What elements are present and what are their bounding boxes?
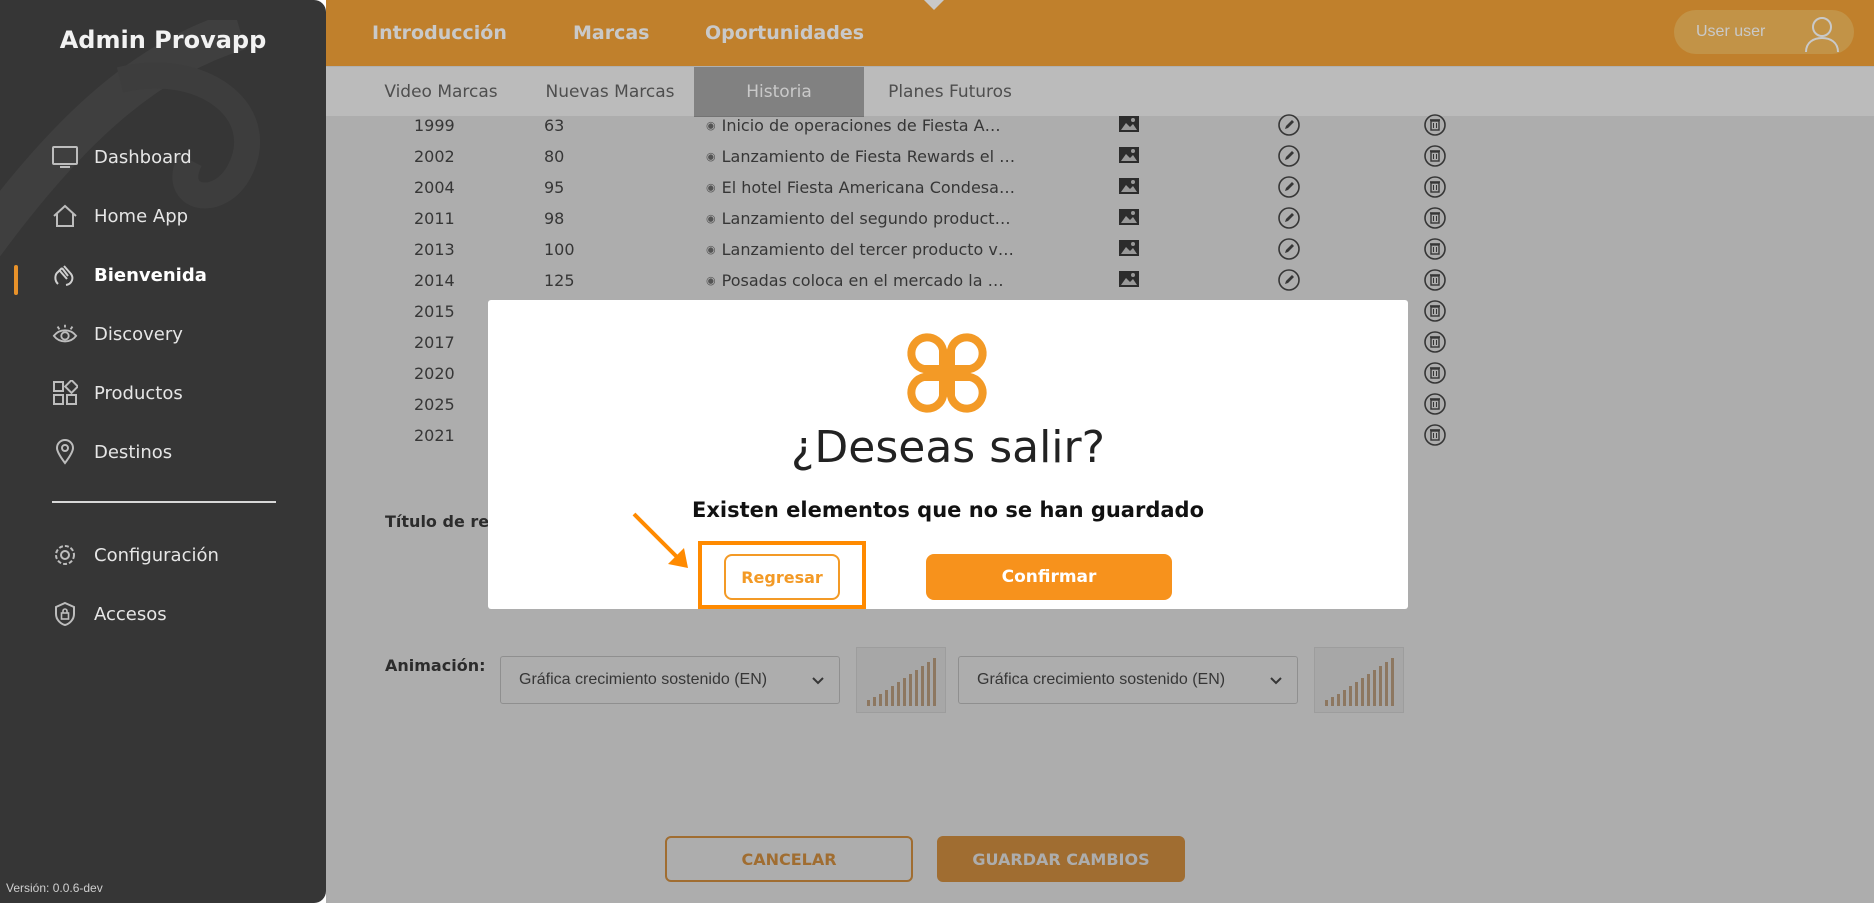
sidebar-item-productos[interactable]: Productos <box>52 376 183 410</box>
map-pin-icon <box>52 439 78 465</box>
user-name: User user <box>1696 23 1766 40</box>
tab-historia[interactable]: Historia <box>694 67 864 117</box>
sidebar: Admin Provapp Dashboard Home App Bienven… <box>0 0 326 903</box>
user-menu[interactable]: User user <box>1674 10 1854 54</box>
confirm-button[interactable]: Confirmar <box>926 554 1172 600</box>
sidebar-item-bienvenida[interactable]: Bienvenida <box>52 258 207 292</box>
sidebar-item-destinos[interactable]: Destinos <box>52 435 172 469</box>
topnav-item-marcas[interactable]: Marcas <box>573 0 650 66</box>
app-brand: Admin Provapp <box>59 26 267 54</box>
waving-hand-icon <box>52 262 78 288</box>
annotation-arrow-icon <box>632 512 688 568</box>
sidebar-item-discovery[interactable]: Discovery <box>52 317 183 351</box>
sidebar-item-dashboard[interactable]: Dashboard <box>52 140 192 174</box>
gear-icon <box>52 542 78 568</box>
exit-confirm-dialog: ¿Deseas salir? Existen elementos que no … <box>488 300 1408 609</box>
active-indicator <box>14 265 18 295</box>
grid-icon <box>52 380 78 406</box>
user-avatar-icon <box>1802 14 1842 59</box>
dialog-title: ¿Deseas salir? <box>791 422 1105 473</box>
lock-icon <box>52 601 78 627</box>
sidebar-item-label: Configuración <box>94 544 219 566</box>
tab-video-marcas[interactable]: Video Marcas <box>362 67 520 117</box>
monitor-icon <box>52 144 78 170</box>
sidebar-item-label: Destinos <box>94 441 173 463</box>
sidebar-item-label: Home App <box>94 205 189 227</box>
back-button[interactable]: Regresar <box>724 554 840 600</box>
sidebar-divider <box>52 501 276 503</box>
tab-planes-futuros[interactable]: Planes Futuros <box>866 67 1034 117</box>
sidebar-item-configuracion[interactable]: Configuración <box>52 538 219 572</box>
sidebar-item-label: Accesos <box>94 603 167 625</box>
top-nav-bar: Introducción Marcas Oportunidades User u… <box>326 0 1874 66</box>
eye-icon <box>52 321 78 347</box>
sidebar-item-label: Productos <box>94 382 183 404</box>
sidebar-item-home-app[interactable]: Home App <box>52 199 188 233</box>
topnav-item-introduccion[interactable]: Introducción <box>372 0 507 66</box>
active-caret-icon <box>924 0 944 10</box>
dialog-message: Existen elementos que no se han guardado <box>692 498 1204 522</box>
subtabs: Video Marcas Nuevas Marcas Historia Plan… <box>326 66 1874 117</box>
app-version: Versión: 0.0.6-dev <box>6 881 103 895</box>
sidebar-item-label: Discovery <box>94 323 183 345</box>
topnav-item-oportunidades[interactable]: Oportunidades <box>705 0 864 66</box>
tab-nuevas-marcas[interactable]: Nuevas Marcas <box>526 67 694 117</box>
sidebar-item-label: Bienvenida <box>94 264 207 286</box>
clover-logo-icon <box>902 328 992 423</box>
sidebar-item-accesos[interactable]: Accesos <box>52 597 167 631</box>
home-icon <box>52 203 78 229</box>
sidebar-item-label: Dashboard <box>94 146 192 168</box>
